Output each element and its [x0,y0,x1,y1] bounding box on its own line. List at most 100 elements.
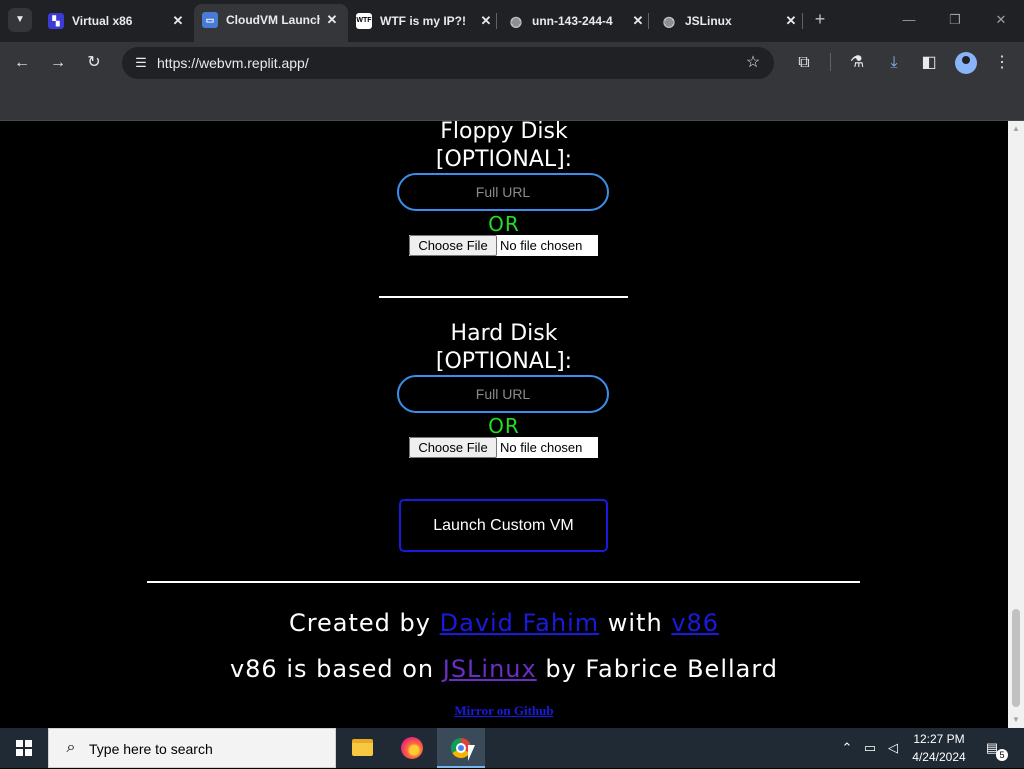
close-window-button[interactable]: ✕ [990,10,1012,30]
hard-disk-optional-label: [OPTIONAL]: [435,349,573,374]
close-icon: ✕ [995,12,1007,27]
hard-disk-file-input[interactable]: Choose File No file chosen [409,437,598,458]
search-icon: ⌕ [66,739,76,756]
taskbar-search-box[interactable]: ⌕ Type here to search [48,728,336,768]
tab-separator [802,13,803,29]
scroll-down-arrow-icon[interactable]: ▼ [1008,712,1024,728]
downloads-button[interactable]: ⤓ [883,52,905,74]
forward-button[interactable]: → [47,52,69,74]
floppy-disk-optional-label: [OPTIONAL]: [435,147,573,172]
file-explorer-taskbar-button[interactable] [338,728,386,768]
plus-icon: + [814,9,826,29]
reload-button[interactable]: ↻ [83,52,105,74]
profile-avatar[interactable] [955,52,977,74]
minimize-icon: — [902,12,916,27]
hard-disk-or-label: OR [488,414,520,438]
chevron-up-icon: ⌃ [841,740,853,755]
globe-icon: ◍ [662,13,676,29]
cloudvm-favicon: ▭ [202,12,218,28]
floppy-file-status: No file chosen [500,238,583,253]
url-text[interactable]: https://webvm.replit.app/ [157,47,309,79]
side-panel-icon: ◧ [921,54,937,71]
tab-unn[interactable]: ◍ unn-143-244-4 ✕ [500,6,654,36]
tab-search-button[interactable]: ▼ [8,8,32,32]
taskbar-clock[interactable]: 12:27 PM 4/24/2024 [904,730,974,766]
floppy-choose-file-button[interactable]: Choose File [409,235,497,256]
floppy-disk-title: Floppy Disk [440,121,568,144]
chrome-taskbar-button[interactable] [437,728,485,768]
floppy-url-input[interactable] [397,173,609,211]
virtual-x86-favicon: ▚ [48,13,64,29]
windows-logo-icon [16,740,32,756]
globe-icon: ◍ [509,13,523,29]
tab-separator [496,13,497,29]
tab-cloudvm-launcher[interactable]: ▭ CloudVM Launcher ✕ [194,4,348,42]
hard-disk-choose-file-button[interactable]: Choose File [409,437,497,458]
restore-icon: ❐ [949,12,961,27]
hard-disk-file-status: No file chosen [500,440,583,455]
notification-count-badge: 5 [996,749,1008,761]
v86-link[interactable]: v86 [671,609,719,637]
author-link[interactable]: David Fahim [440,609,600,637]
section-divider [379,296,628,298]
tab-virtual-x86[interactable]: ▚ Virtual x86 ✕ [40,6,194,36]
mirror-on-github-link[interactable]: Mirror on Github [0,703,1008,719]
wtf-favicon: WTF [356,13,372,29]
restore-button[interactable]: ❐ [944,10,966,30]
flask-icon: ⚗ [849,54,865,71]
toolbar-divider [830,53,831,71]
menu-button[interactable]: ⋮ [991,52,1013,74]
hard-disk-url-input[interactable] [397,375,609,413]
launch-custom-vm-button[interactable]: Launch Custom VM [399,499,608,552]
side-panel-button[interactable]: ◧ [918,52,940,74]
firefox-taskbar-button[interactable] [388,728,436,768]
new-tab-button[interactable]: + [810,9,830,29]
tab-separator [648,13,649,29]
close-icon[interactable]: ✕ [324,4,340,36]
network-icon[interactable]: ▭ [861,738,879,758]
page-scrollbar[interactable]: ▲ ▼ [1008,121,1024,728]
hard-disk-title: Hard Disk [450,321,558,346]
address-bar[interactable]: ☰ https://webvm.replit.app/ ☆ [122,47,774,79]
close-icon[interactable]: ✕ [170,6,186,36]
close-icon[interactable]: ✕ [630,6,646,36]
page-viewport: Floppy Disk [OPTIONAL]: OR Choose File N… [0,121,1008,728]
arrow-right-icon: → [50,54,66,71]
labs-button[interactable]: ⚗ [846,52,868,74]
folder-icon [352,739,373,756]
minimize-button[interactable]: — [898,10,920,30]
puzzle-icon: ⧉ [798,54,810,71]
scrollbar-thumb[interactable] [1012,609,1020,707]
kebab-menu-icon: ⋮ [994,54,1010,71]
tab-wtf-is-my-ip[interactable]: WTF WTF is my IP?! ✕ [348,6,502,36]
back-button[interactable]: ← [11,52,33,74]
close-icon[interactable]: ✕ [478,6,494,36]
browser-toolbar: ← → ↻ ☰ https://webvm.replit.app/ ☆ ⧉ ⚗ … [0,42,1024,84]
reload-icon: ↻ [87,54,101,71]
footer-divider [147,581,860,583]
volume-muted-icon[interactable]: ◁ [884,738,902,758]
site-info-icon[interactable]: ☰ [130,52,152,74]
browser-tab-strip: ▼ ▚ Virtual x86 ✕ ▭ CloudVM Launcher ✕ W… [0,0,1024,42]
chevron-down-icon: ▼ [15,14,25,25]
clock-time: 12:27 PM [913,732,965,746]
tab-jslinux[interactable]: ◍ JSLinux ✕ [653,6,807,36]
floppy-or-label: OR [488,212,520,236]
jslinux-link[interactable]: JSLinux [443,655,537,683]
bookmarks-bar [0,84,1024,121]
scroll-up-arrow-icon[interactable]: ▲ [1008,121,1024,137]
taskbar-search-placeholder: Type here to search [89,741,213,757]
credits-line-2: v86 is based on JSLinux by Fabrice Bella… [229,655,779,683]
windows-taskbar: ⌕ Type here to search ⌃ ▭ ◁ 12:27 PM 4/2… [0,728,1024,768]
mouse-cursor [468,745,475,761]
bookmark-star-icon[interactable]: ☆ [742,52,764,74]
floppy-file-input[interactable]: Choose File No file chosen [409,235,598,256]
start-button[interactable] [0,728,48,768]
credits-line-1: Created by David Fahim with v86 [288,609,720,637]
download-icon: ⤓ [890,54,898,71]
show-hidden-icons-button[interactable]: ⌃ [838,738,856,758]
arrow-left-icon: ← [14,54,30,71]
close-icon[interactable]: ✕ [783,6,799,36]
extensions-button[interactable]: ⧉ [793,52,815,74]
clock-date: 4/24/2024 [912,750,966,764]
